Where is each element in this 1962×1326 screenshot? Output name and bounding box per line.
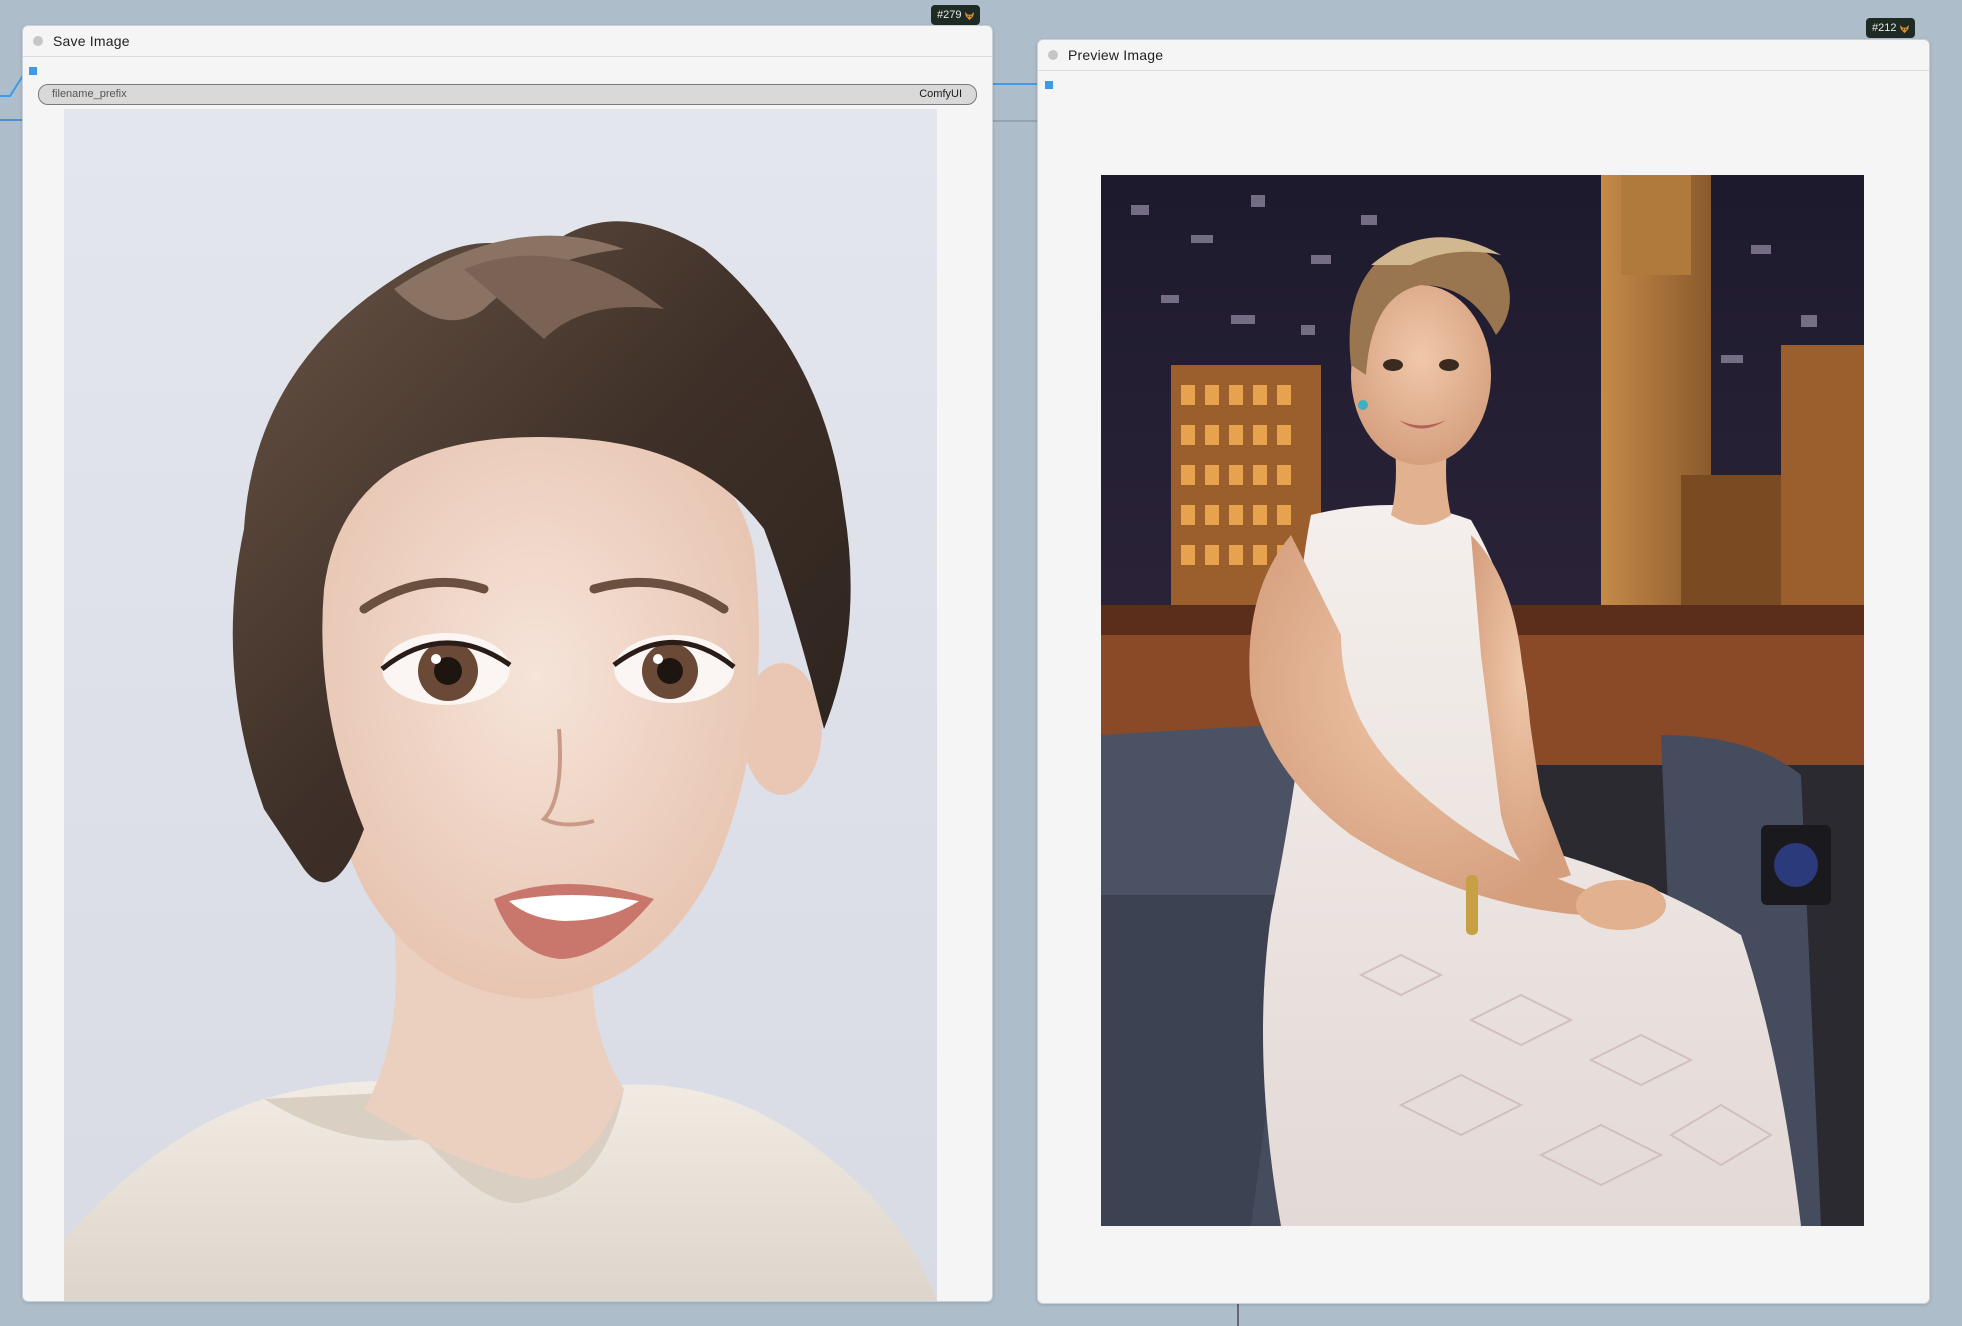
widget-label: filename_prefix	[52, 88, 127, 100]
filename-prefix-widget[interactable]: filename_prefix ComfyUI	[38, 84, 977, 105]
node-header[interactable]: Preview Image	[1038, 40, 1929, 71]
node-id-text: #212	[1872, 22, 1897, 34]
widget-value: ComfyUI	[919, 88, 962, 100]
fox-icon	[965, 11, 975, 20]
fox-icon	[1900, 24, 1910, 33]
collapse-toggle[interactable]	[33, 36, 43, 46]
node-header[interactable]: Save Image	[23, 26, 992, 57]
collapse-toggle[interactable]	[1048, 50, 1058, 60]
cartoon-portrait-image	[64, 109, 937, 1301]
node-title: Preview Image	[1068, 47, 1164, 63]
saved-image[interactable]	[64, 109, 937, 1301]
photo-portrait-image	[1101, 175, 1864, 1226]
preview-image[interactable]	[1101, 175, 1864, 1226]
save-image-node[interactable]: Save Image filename_prefix ComfyUI	[22, 25, 993, 1302]
node-id-badge: #279	[931, 5, 981, 25]
input-slot[interactable]	[1045, 81, 1053, 89]
preview-image-node[interactable]: Preview Image	[1037, 39, 1930, 1304]
node-title: Save Image	[53, 33, 130, 49]
input-slot[interactable]	[29, 67, 37, 75]
node-id-text: #279	[937, 9, 962, 21]
node-id-badge: #212	[1866, 18, 1916, 38]
